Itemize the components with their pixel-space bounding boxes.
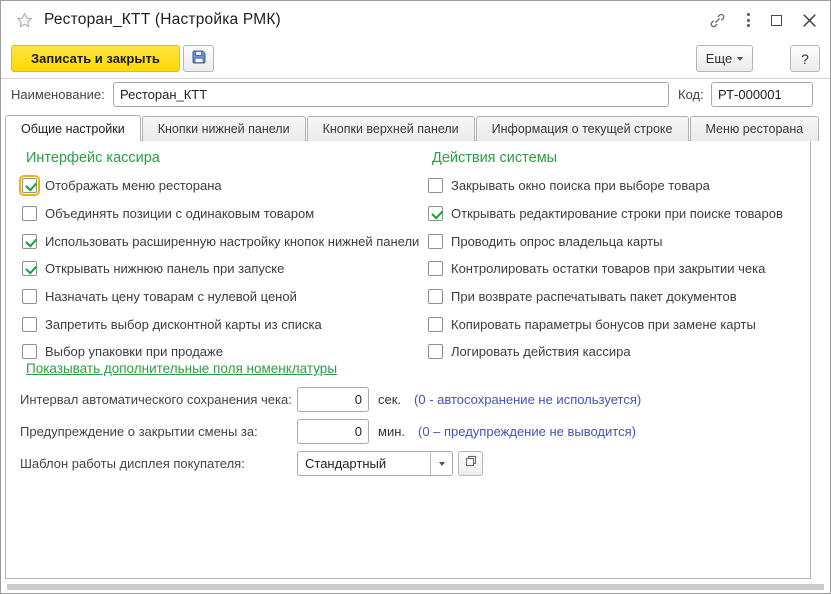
more-button-label: Еще	[706, 51, 732, 66]
shift-close-warning-unit: мин.	[378, 424, 405, 439]
section-title-system-actions: Действия системы	[432, 150, 557, 166]
customer-display-template-row: Шаблон работы дисплея покупателя: Станда…	[20, 451, 483, 476]
window-resize-strip[interactable]	[7, 584, 824, 590]
checkbox-label: Контролировать остатки товаров при закры…	[451, 261, 765, 276]
checkbox-label: Открывать редактирование строки при поис…	[451, 206, 783, 221]
shift-close-warning-input[interactable]	[297, 419, 369, 444]
tab-general-settings[interactable]: Общие настройки	[5, 115, 141, 141]
checkbox[interactable]	[22, 206, 37, 221]
checkbox-label: Закрывать окно поиска при выборе товара	[451, 178, 710, 193]
section-title-cashier-interface: Интерфейс кассира	[26, 150, 160, 166]
checkbox[interactable]	[22, 317, 37, 332]
command-bar: Записать и закрыть Еще ?	[11, 45, 820, 73]
checkbox[interactable]	[428, 178, 443, 193]
checkbox-row-card-owner-survey[interactable]: Проводить опрос владельца карты	[428, 227, 808, 255]
checkbox-label: Проводить опрос владельца карты	[451, 234, 662, 249]
tab-current-row-info[interactable]: Информация о текущей строке	[476, 116, 689, 141]
checkbox-row-log-cashier-actions[interactable]: Логировать действия кассира	[428, 338, 808, 366]
customer-display-template-label: Шаблон работы дисплея покупателя:	[20, 456, 297, 471]
tab-top-panel-buttons[interactable]: Кнопки верхней панели	[307, 116, 475, 141]
tab-bottom-panel-buttons[interactable]: Кнопки нижней панели	[142, 116, 306, 141]
checkbox[interactable]	[428, 344, 443, 359]
checkbox-label: Объединять позиции с одинаковым товаром	[45, 206, 314, 221]
checkbox-row-assign-zero-price[interactable]: Назначать цену товарам с нулевой ценой	[22, 283, 422, 311]
extra-nomenclature-fields-link[interactable]: Показывать дополнительные поля номенклат…	[26, 361, 337, 376]
checkbox-row-open-row-editing[interactable]: Открывать редактирование строки при поис…	[428, 200, 808, 228]
tab-restaurant-menu[interactable]: Меню ресторана	[690, 116, 820, 141]
checkbox-label: Выбор упаковки при продаже	[45, 344, 223, 359]
shift-close-warning-label: Предупреждение о закрытии смены за:	[20, 424, 297, 439]
chevron-down-icon	[439, 462, 445, 466]
tab-label: Меню ресторана	[706, 122, 804, 136]
checkbox-row-print-return-package[interactable]: При возврате распечатывать пакет докумен…	[428, 283, 808, 311]
checkbox[interactable]	[428, 261, 443, 276]
rmk-settings-window: Ресторан_КТТ (Настройка РМК) Записать и …	[0, 0, 831, 594]
autosave-interval-unit: сек.	[378, 392, 401, 407]
checkbox[interactable]	[22, 234, 37, 249]
checkbox-row-open-bottom-panel[interactable]: Открывать нижнюю панель при запуске	[22, 255, 422, 283]
autosave-interval-hint: (0 - автосохранение не используется)	[414, 392, 641, 407]
checkbox[interactable]	[22, 344, 37, 359]
more-button[interactable]: Еще	[696, 45, 753, 72]
checkbox[interactable]	[428, 289, 443, 304]
checkbox-label: Отображать меню ресторана	[45, 178, 222, 193]
checkbox[interactable]	[22, 289, 37, 304]
checkbox[interactable]	[428, 317, 443, 332]
name-label: Наименование:	[11, 87, 105, 102]
checkbox-label: Запретить выбор дисконтной карты из спис…	[45, 317, 322, 332]
shift-close-warning-row: Предупреждение о закрытии смены за: мин.…	[20, 419, 636, 444]
autosave-interval-row: Интервал автоматического сохранения чека…	[20, 387, 641, 412]
checkbox-row-forbid-discount-card-list[interactable]: Запретить выбор дисконтной карты из спис…	[22, 310, 422, 338]
checkbox[interactable]	[22, 178, 37, 193]
checkbox-label: При возврате распечатывать пакет докумен…	[451, 289, 737, 304]
checkbox-label: Копировать параметры бонусов при замене …	[451, 317, 756, 332]
autosave-interval-label: Интервал автоматического сохранения чека…	[20, 392, 297, 407]
checkbox[interactable]	[22, 261, 37, 276]
combo-dropdown-button[interactable]	[430, 452, 452, 475]
maximize-icon[interactable]	[771, 15, 782, 26]
shift-close-warning-hint: (0 – предупреждение не выводится)	[418, 424, 636, 439]
header-fields: Наименование: Код:	[1, 82, 830, 107]
code-label: Код:	[678, 87, 704, 102]
checkbox-label: Назначать цену товарам с нулевой ценой	[45, 289, 297, 304]
checkbox-row-control-stock[interactable]: Контролировать остатки товаров при закры…	[428, 255, 808, 283]
tab-label: Информация о текущей строке	[492, 122, 673, 136]
get-link-icon[interactable]	[709, 12, 726, 29]
help-button[interactable]: ?	[790, 45, 820, 72]
checkbox-row-merge-positions[interactable]: Объединять позиции с одинаковым товаром	[22, 200, 422, 228]
checkbox-label: Использовать расширенную настройку кнопо…	[45, 234, 419, 249]
checkbox-row-close-search-window[interactable]: Закрывать окно поиска при выборе товара	[428, 172, 808, 200]
toolbar-separator	[1, 78, 830, 79]
tab-label: Общие настройки	[21, 122, 125, 136]
checkbox-row-copy-bonus-params[interactable]: Копировать параметры бонусов при замене …	[428, 310, 808, 338]
tab-bar: Общие настройки Кнопки нижней панели Кно…	[5, 115, 820, 141]
title-bar: Ресторан_КТТ (Настройка РМК)	[1, 1, 830, 39]
tab-label: Кнопки нижней панели	[158, 122, 290, 136]
window-menu-icon[interactable]	[747, 13, 750, 27]
chevron-down-icon	[737, 57, 743, 61]
checkbox[interactable]	[428, 206, 443, 221]
checkbox[interactable]	[428, 234, 443, 249]
save-and-close-button[interactable]: Записать и закрыть	[11, 45, 180, 72]
save-button[interactable]	[183, 45, 214, 72]
autosave-interval-input[interactable]	[297, 387, 369, 412]
checkbox-row-show-restaurant-menu[interactable]: Отображать меню ресторана	[22, 172, 422, 200]
floppy-disk-icon	[191, 49, 207, 68]
tab-label: Кнопки верхней панели	[323, 122, 459, 136]
name-input[interactable]	[113, 82, 669, 107]
code-input[interactable]	[711, 82, 813, 107]
system-actions-options: Закрывать окно поиска при выборе товара …	[428, 172, 808, 366]
window-title: Ресторан_КТТ (Настройка РМК)	[44, 11, 281, 29]
checkbox-row-extended-bottom-panel[interactable]: Использовать расширенную настройку кнопо…	[22, 227, 422, 255]
close-icon[interactable]	[803, 14, 816, 27]
checkbox-label: Логировать действия кассира	[451, 344, 631, 359]
open-template-button[interactable]	[458, 451, 483, 476]
favorite-star-icon[interactable]	[16, 12, 33, 29]
open-in-window-icon	[464, 454, 478, 473]
selected-value: Стандартный	[298, 456, 430, 471]
customer-display-template-select[interactable]: Стандартный	[297, 451, 453, 476]
general-settings-panel: Интерфейс кассира Действия системы Отобр…	[5, 140, 811, 579]
cashier-interface-options: Отображать меню ресторана Объединять поз…	[22, 172, 422, 366]
checkbox-label: Открывать нижнюю панель при запуске	[45, 261, 284, 276]
